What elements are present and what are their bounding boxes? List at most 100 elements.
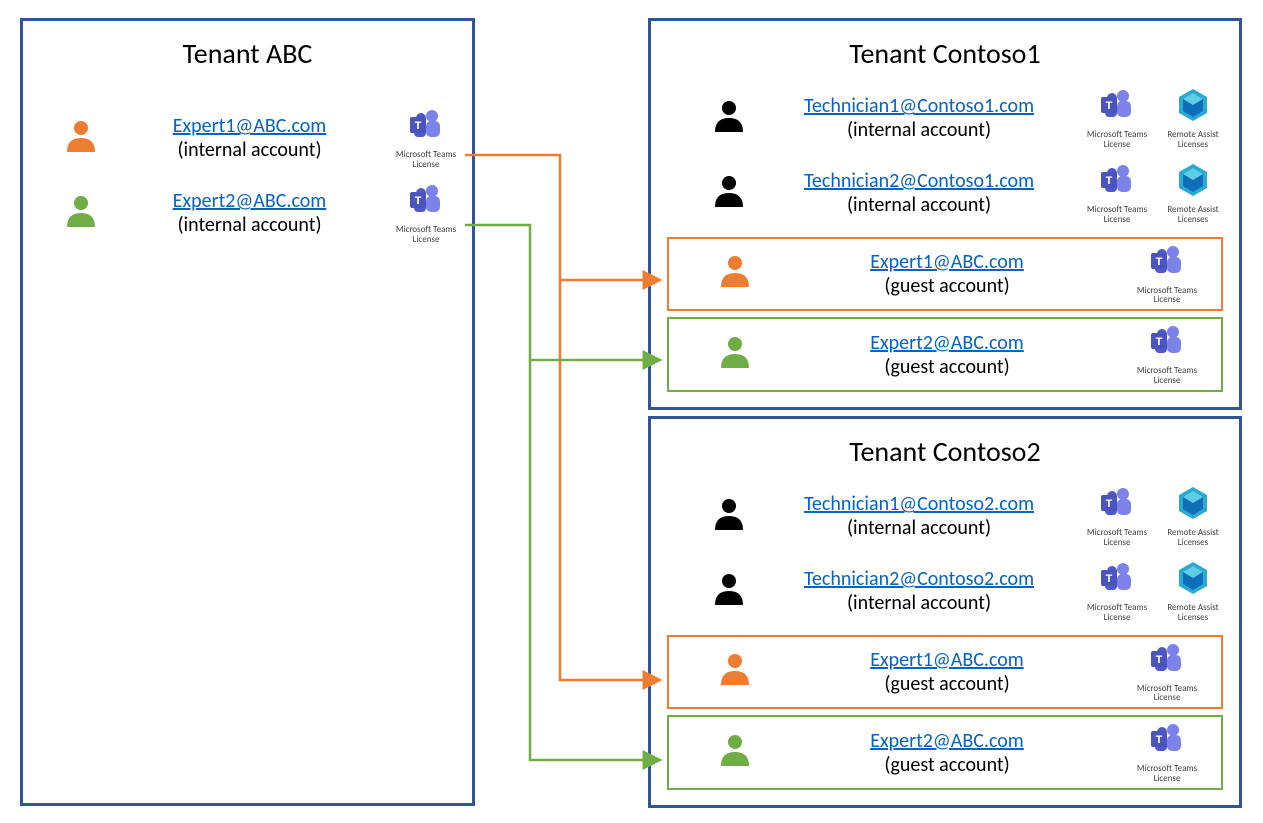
license-group: Microsoft Teams License bbox=[1133, 243, 1201, 306]
license-group: Microsoft Teams License bbox=[1133, 323, 1201, 386]
teams-license-label: Microsoft Teams License bbox=[1083, 528, 1151, 548]
teams-license: Microsoft Teams License bbox=[1083, 485, 1151, 548]
abc-expert2-email[interactable]: Expert2@ABC.com bbox=[173, 189, 327, 213]
arrow-expert1-to-contoso2 bbox=[560, 280, 660, 680]
person-icon bbox=[717, 253, 753, 294]
teams-license-label: Microsoft Teams License bbox=[1083, 603, 1151, 623]
remote-assist-icon bbox=[1175, 485, 1211, 526]
teams-license-label: Microsoft Teams License bbox=[392, 225, 460, 245]
teams-license: Microsoft Teams License bbox=[1083, 560, 1151, 623]
account-type-label: (guest account) bbox=[884, 672, 1009, 696]
remote-assist-license: Remote Assist Licenses bbox=[1159, 485, 1227, 548]
contoso1-tech2-email[interactable]: Technician2@Contoso1.com bbox=[804, 169, 1034, 193]
remote-assist-icon bbox=[1175, 87, 1211, 128]
ra-license-label: Remote Assist Licenses bbox=[1159, 528, 1227, 548]
account-type-label: (internal account) bbox=[847, 516, 991, 540]
account-type-label: (internal account) bbox=[177, 213, 321, 237]
arrow-expert2-to-contoso1 bbox=[465, 225, 660, 360]
teams-icon bbox=[1099, 162, 1135, 203]
person-icon bbox=[711, 571, 747, 612]
teams-license-label: Microsoft Teams License bbox=[1133, 286, 1201, 306]
teams-license: Microsoft Teams License bbox=[392, 182, 460, 245]
ra-license-label: Remote Assist Licenses bbox=[1159, 130, 1227, 150]
contoso2-guest-box-1: Expert1@ABC.com (guest account) Microsof… bbox=[667, 635, 1223, 710]
license-group: Microsoft Teams License Remote Assist Li… bbox=[1083, 162, 1227, 225]
person-icon bbox=[717, 651, 753, 692]
remote-assist-license: Remote Assist Licenses bbox=[1159, 162, 1227, 225]
teams-icon bbox=[1149, 721, 1185, 762]
teams-license-label: Microsoft Teams License bbox=[1133, 764, 1201, 784]
teams-license-label: Microsoft Teams License bbox=[1133, 684, 1201, 704]
license-group: Microsoft Teams License Remote Assist Li… bbox=[1083, 485, 1227, 548]
contoso2-guest-box-2: Expert2@ABC.com (guest account) Microsof… bbox=[667, 715, 1223, 790]
teams-license: Microsoft Teams License bbox=[1083, 87, 1151, 150]
contoso1-guest-box-1: Expert1@ABC.com (guest account) Microsof… bbox=[667, 237, 1223, 312]
license-group: Microsoft Teams License bbox=[392, 107, 460, 170]
teams-icon bbox=[1149, 641, 1185, 682]
person-icon bbox=[711, 496, 747, 537]
teams-license-label: Microsoft Teams License bbox=[392, 150, 460, 170]
teams-icon bbox=[1149, 323, 1185, 364]
contoso2-tech1-email[interactable]: Technician1@Contoso2.com bbox=[804, 492, 1034, 516]
contoso1-guest1-email[interactable]: Expert1@ABC.com bbox=[870, 250, 1024, 274]
account-type-label: (guest account) bbox=[884, 355, 1009, 379]
abc-expert1-email[interactable]: Expert1@ABC.com bbox=[173, 114, 327, 138]
contoso1-user-row-1: Technician1@Contoso1.com (internal accou… bbox=[651, 81, 1239, 156]
person-icon bbox=[717, 732, 753, 773]
ra-license-label: Remote Assist Licenses bbox=[1159, 603, 1227, 623]
teams-license: Microsoft Teams License bbox=[392, 107, 460, 170]
contoso2-user-row-2: Technician2@Contoso2.com (internal accou… bbox=[651, 554, 1239, 629]
abc-user-row-1: Expert1@ABC.com (internal account) Micro… bbox=[23, 101, 472, 176]
remote-assist-icon bbox=[1175, 560, 1211, 601]
person-icon bbox=[717, 334, 753, 375]
contoso2-guest2-email[interactable]: Expert2@ABC.com bbox=[870, 729, 1024, 753]
teams-icon bbox=[408, 107, 444, 148]
account-type-label: (guest account) bbox=[884, 753, 1009, 777]
remote-assist-license: Remote Assist Licenses bbox=[1159, 87, 1227, 150]
teams-icon bbox=[1099, 485, 1135, 526]
person-icon bbox=[63, 193, 99, 234]
teams-license: Microsoft Teams License bbox=[1133, 721, 1201, 784]
person-icon bbox=[711, 173, 747, 214]
teams-icon bbox=[408, 182, 444, 223]
tenant-abc-title: Tenant ABC bbox=[23, 36, 472, 71]
arrow-expert2-to-contoso2 bbox=[530, 360, 660, 760]
contoso1-user-row-2: Technician2@Contoso1.com (internal accou… bbox=[651, 156, 1239, 231]
ra-license-label: Remote Assist Licenses bbox=[1159, 205, 1227, 225]
contoso1-guest-box-2: Expert2@ABC.com (guest account) Microsof… bbox=[667, 317, 1223, 392]
teams-icon bbox=[1149, 243, 1185, 284]
arrow-expert1-to-contoso1 bbox=[465, 155, 660, 280]
tenant-contoso2-title: Tenant Contoso2 bbox=[651, 434, 1239, 469]
teams-license-label: Microsoft Teams License bbox=[1083, 205, 1151, 225]
teams-license: Microsoft Teams License bbox=[1133, 641, 1201, 704]
license-group: Microsoft Teams License bbox=[1133, 721, 1201, 784]
contoso2-tech2-email[interactable]: Technician2@Contoso2.com bbox=[804, 567, 1034, 591]
account-type-label: (internal account) bbox=[847, 118, 991, 142]
teams-license-label: Microsoft Teams License bbox=[1133, 366, 1201, 386]
account-type-label: (internal account) bbox=[177, 138, 321, 162]
contoso1-tech1-email[interactable]: Technician1@Contoso1.com bbox=[804, 94, 1034, 118]
account-type-label: (internal account) bbox=[847, 591, 991, 615]
contoso1-guest2-email[interactable]: Expert2@ABC.com bbox=[870, 331, 1024, 355]
teams-license: Microsoft Teams License bbox=[1083, 162, 1151, 225]
license-group: Microsoft Teams License Remote Assist Li… bbox=[1083, 87, 1227, 150]
license-group: Microsoft Teams License bbox=[392, 182, 460, 245]
account-type-label: (guest account) bbox=[884, 274, 1009, 298]
teams-license: Microsoft Teams License bbox=[1133, 243, 1201, 306]
teams-icon bbox=[1099, 560, 1135, 601]
contoso2-guest1-email[interactable]: Expert1@ABC.com bbox=[870, 648, 1024, 672]
teams-icon bbox=[1099, 87, 1135, 128]
remote-assist-icon bbox=[1175, 162, 1211, 203]
tenant-contoso1-title: Tenant Contoso1 bbox=[651, 36, 1239, 71]
license-group: Microsoft Teams License bbox=[1133, 641, 1201, 704]
person-icon bbox=[711, 98, 747, 139]
remote-assist-license: Remote Assist Licenses bbox=[1159, 560, 1227, 623]
teams-license: Microsoft Teams License bbox=[1133, 323, 1201, 386]
license-group: Microsoft Teams License Remote Assist Li… bbox=[1083, 560, 1227, 623]
tenant-abc-box: Tenant ABC Expert1@ABC.com (internal acc… bbox=[20, 18, 475, 806]
tenant-contoso1-box: Tenant Contoso1 Technician1@Contoso1.com… bbox=[648, 18, 1242, 410]
account-type-label: (internal account) bbox=[847, 193, 991, 217]
teams-license-label: Microsoft Teams License bbox=[1083, 130, 1151, 150]
contoso2-user-row-1: Technician1@Contoso2.com (internal accou… bbox=[651, 479, 1239, 554]
person-icon bbox=[63, 118, 99, 159]
